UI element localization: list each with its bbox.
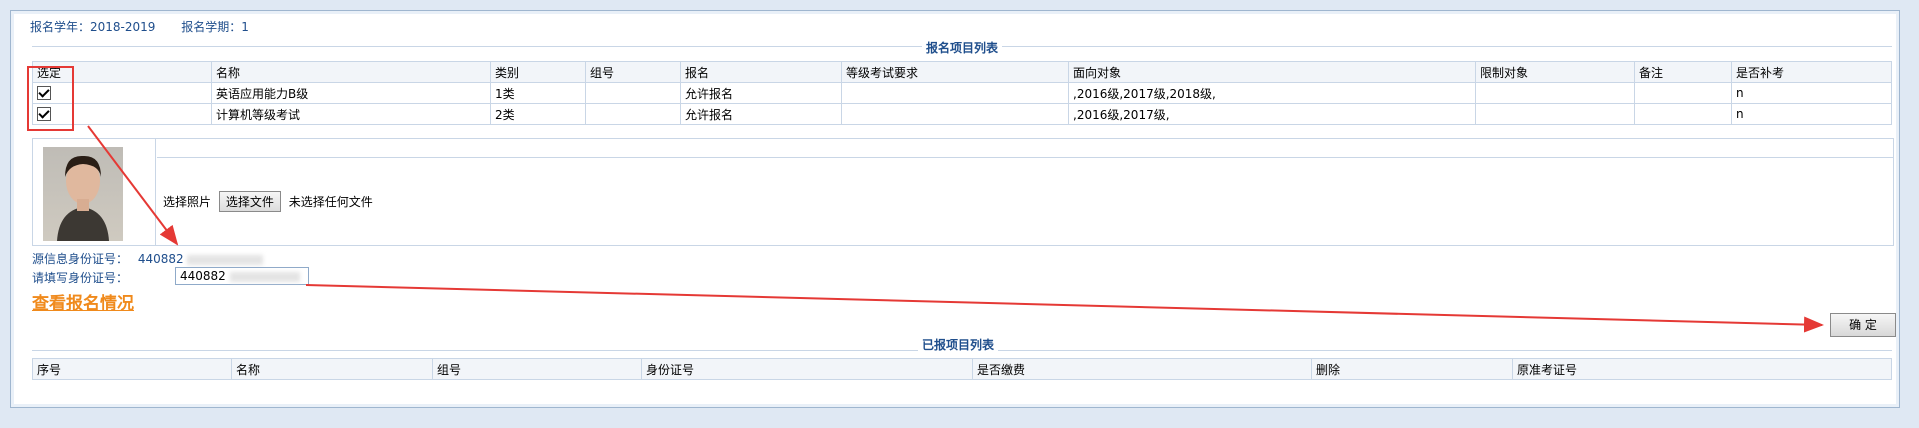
arrow-to-confirm xyxy=(305,284,1824,333)
annotation-arrows xyxy=(87,125,1824,333)
arrow-to-source-id xyxy=(87,125,179,246)
